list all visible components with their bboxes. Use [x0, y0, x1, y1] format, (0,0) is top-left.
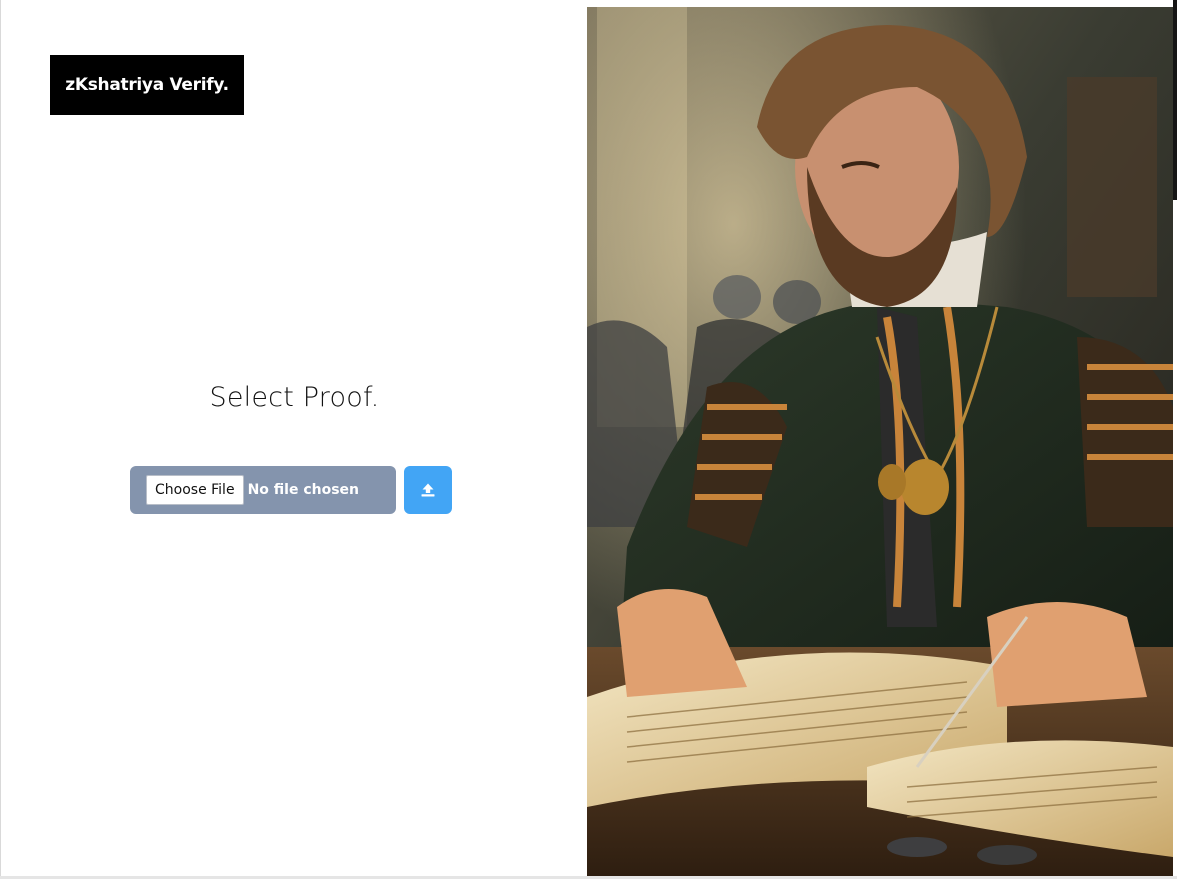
- page-title: Select Proof.: [209, 382, 380, 413]
- hero-painting: [587, 7, 1173, 876]
- choose-file-button[interactable]: Choose File: [146, 475, 244, 505]
- upload-icon: [421, 483, 435, 497]
- window-edge-shadow: [1173, 0, 1177, 200]
- file-input[interactable]: Choose File No file chosen: [130, 466, 396, 514]
- file-status-label: No file chosen: [247, 482, 360, 498]
- hero-image: [587, 7, 1173, 876]
- left-pane: zKshatriya Verify. Select Proof. Choose …: [0, 0, 587, 879]
- brand-logo[interactable]: zKshatriya Verify.: [50, 55, 244, 115]
- upload-button[interactable]: [404, 466, 452, 514]
- brand-label: zKshatriya Verify.: [65, 75, 229, 95]
